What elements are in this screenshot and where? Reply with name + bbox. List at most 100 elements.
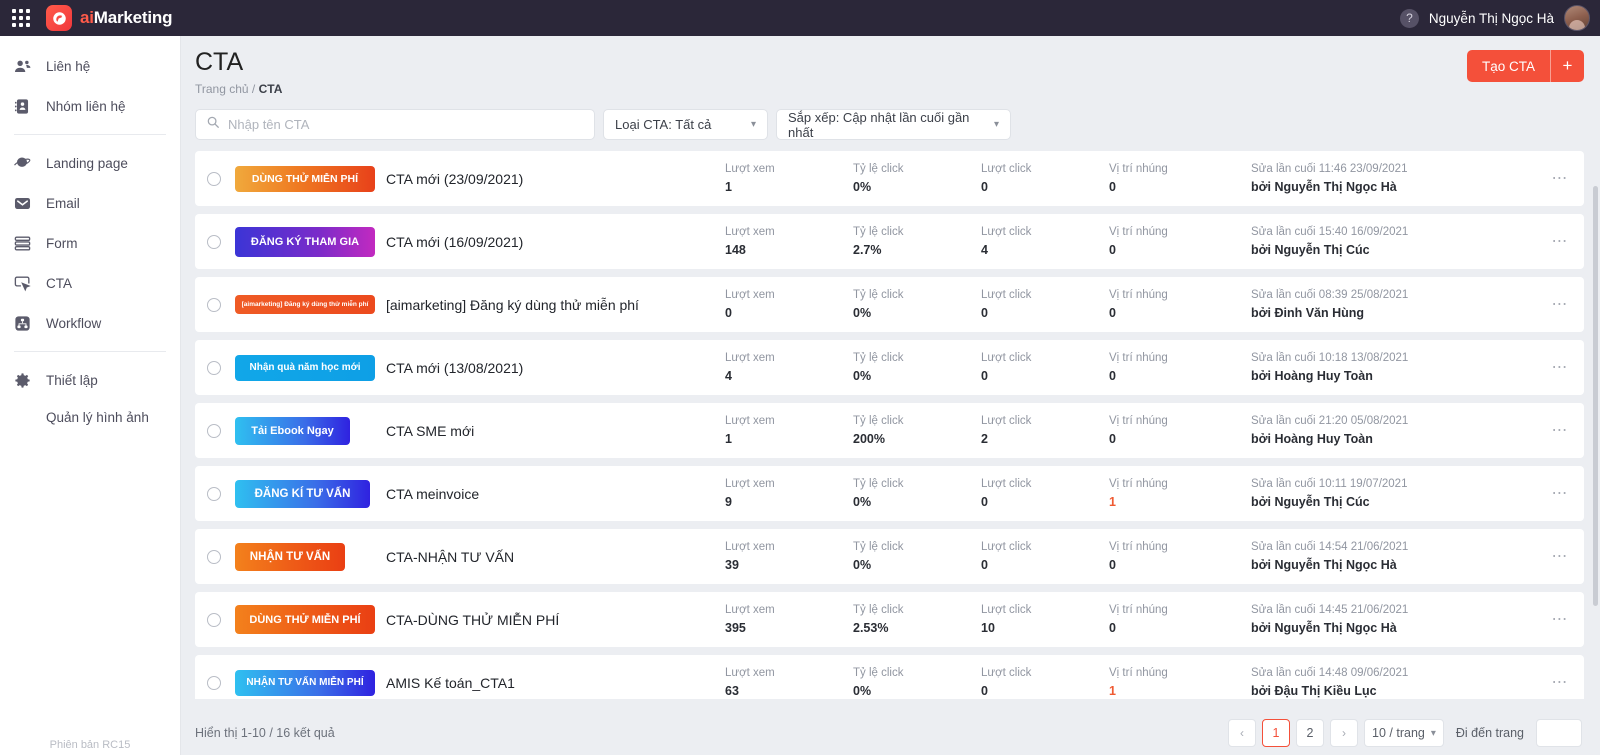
metric-embeds-label: Vị trí nhúng	[1109, 352, 1168, 364]
sidebar-item-label: Nhóm liên hệ	[46, 98, 126, 114]
metric-clicks-value: 0	[981, 495, 988, 509]
metric-clicks: Lượt click 0	[981, 352, 1109, 383]
metric-clicks: Lượt click 4	[981, 226, 1109, 257]
per-page-select[interactable]: 10 / trang ▾	[1364, 719, 1444, 747]
cta-name[interactable]: [aimarketing] Đăng ký dùng thử miễn phí	[380, 297, 725, 313]
sidebar-item-lien-he[interactable]: Liên hệ	[0, 46, 180, 86]
table-row[interactable]: DÙNG THỬ MIỄN PHÍ CTA mới (23/09/2021) L…	[195, 151, 1584, 206]
table-row[interactable]: NHẬN TƯ VẤN CTA-NHẬN TƯ VẤN Lượt xem 39 T…	[195, 529, 1584, 584]
cta-badge[interactable]: Nhận quà năm học mới	[235, 354, 375, 381]
row-more-actions-icon[interactable]: ⋯	[1546, 233, 1574, 249]
table-row[interactable]: Nhận quà năm học mới CTA mới (13/08/2021…	[195, 340, 1584, 395]
sidebar-item-email[interactable]: Email	[0, 183, 180, 223]
row-select-radio[interactable]	[207, 297, 221, 312]
logo-text-ai: ai	[80, 8, 94, 27]
list-scrollbar[interactable]	[1593, 186, 1598, 606]
cta-badge-cell: [aimarketing] Đăng ký dùng thử miễn phí	[235, 295, 380, 314]
create-cta-button[interactable]: Tạo CTA +	[1466, 50, 1584, 82]
sidebar-item-thiet-lap[interactable]: Thiết lập	[0, 360, 180, 400]
table-row[interactable]: NHẬN TƯ VẤN MIỄN PHÍ AMIS Kế toán_CTA1 L…	[195, 655, 1584, 699]
row-more-actions-icon[interactable]: ⋯	[1546, 170, 1574, 186]
metric-clicks-value: 4	[981, 243, 988, 257]
cta-badge[interactable]: DÙNG THỬ MIỄN PHÍ	[235, 605, 375, 634]
sidebar-item-cta[interactable]: CTA	[0, 263, 180, 303]
metric-ctr: Tỷ lệ click 200%	[853, 415, 981, 446]
row-more-actions-icon[interactable]: ⋯	[1546, 485, 1574, 501]
prev-page-button[interactable]: ‹	[1228, 719, 1257, 747]
sidebar-item-nhom-lien-he[interactable]: Nhóm liên hệ	[0, 86, 180, 126]
help-icon[interactable]: ?	[1399, 8, 1419, 28]
cta-badge[interactable]: NHẬN TƯ VẤN MIỄN PHÍ	[235, 669, 375, 696]
metric-ctr: Tỷ lệ click 0%	[853, 541, 981, 572]
row-select-radio[interactable]	[207, 423, 221, 438]
sidebar-item-workflow[interactable]: Workflow	[0, 303, 180, 343]
page-button-1[interactable]: 1	[1262, 719, 1291, 747]
cta-type-select[interactable]: Loại CTA: Tất cả ▾	[603, 109, 768, 140]
metric-embeds-label: Vị trí nhúng	[1109, 541, 1168, 553]
next-page-button[interactable]: ›	[1330, 719, 1359, 747]
cta-badge[interactable]: Tải Ebook Ngay	[235, 416, 350, 445]
breadcrumb-current: CTA	[258, 82, 283, 96]
sidebar-item-form[interactable]: Form	[0, 223, 180, 263]
goto-page-input[interactable]	[1536, 719, 1582, 747]
metric-clicks-value: 2	[981, 432, 988, 446]
avatar[interactable]	[1564, 5, 1590, 31]
cta-name[interactable]: CTA-NHẬN TƯ VẤN	[380, 549, 725, 565]
page-button-2[interactable]: 2	[1296, 719, 1325, 747]
row-more-actions-icon[interactable]: ⋯	[1546, 674, 1574, 690]
table-row[interactable]: [aimarketing] Đăng ký dùng thử miễn phí …	[195, 277, 1584, 332]
cta-badge[interactable]: ĐĂNG KÝ THAM GIA	[235, 226, 375, 257]
row-select-radio[interactable]	[207, 612, 221, 627]
metric-clicks: Lượt click 0	[981, 667, 1109, 698]
cta-name[interactable]: CTA-DÙNG THỬ MIỄN PHÍ	[380, 612, 725, 628]
user-name[interactable]: Nguyễn Thị Ngọc Hà	[1429, 11, 1554, 26]
row-select-radio[interactable]	[207, 234, 221, 249]
brand-logo[interactable]: aiMarketing	[46, 5, 172, 31]
table-row[interactable]: ĐĂNG KÝ THAM GIA CTA mới (16/09/2021) Lư…	[195, 214, 1584, 269]
search-input[interactable]	[228, 117, 584, 132]
plus-icon[interactable]: +	[1550, 50, 1584, 82]
metric-views: Lượt xem 395	[725, 604, 853, 635]
last-edited-author: bởi Hoàng Huy Toàn	[1251, 432, 1373, 446]
last-edited-time: Sửa lần cuối 10:11 19/07/2021	[1251, 478, 1408, 490]
breadcrumb-home[interactable]: Trang chủ	[195, 82, 249, 96]
metric-views-label: Lượt xem	[725, 604, 775, 616]
cta-name[interactable]: CTA mới (13/08/2021)	[380, 360, 725, 376]
result-count: Hiển thị 1-10 / 16 kết quả	[195, 726, 335, 740]
cta-badge[interactable]: ĐĂNG KÍ TƯ VẤN	[235, 479, 370, 508]
sort-select[interactable]: Sắp xếp: Cập nhật lần cuối gần nhất ▾	[776, 109, 1011, 140]
cta-name[interactable]: AMIS Kế toán_CTA1	[380, 675, 725, 691]
row-more-actions-icon[interactable]: ⋯	[1546, 548, 1574, 564]
metric-ctr-label: Tỷ lệ click	[853, 163, 904, 175]
row-more-actions-icon[interactable]: ⋯	[1546, 611, 1574, 627]
row-select-radio[interactable]	[207, 360, 221, 375]
sidebar-item-landing-page[interactable]: Landing page	[0, 143, 180, 183]
table-row[interactable]: DÙNG THỬ MIỄN PHÍ CTA-DÙNG THỬ MIỄN PHÍ …	[195, 592, 1584, 647]
cta-badge[interactable]: NHẬN TƯ VẤN	[235, 542, 345, 571]
table-row[interactable]: ĐĂNG KÍ TƯ VẤN CTA meinvoice Lượt xem 9 T…	[195, 466, 1584, 521]
cta-name[interactable]: CTA meinvoice	[380, 486, 725, 502]
cta-name[interactable]: CTA mới (16/09/2021)	[380, 234, 725, 250]
metric-views-value: 148	[725, 243, 746, 257]
cta-name[interactable]: CTA SME mới	[380, 423, 725, 439]
apps-grid-icon[interactable]	[12, 9, 30, 27]
cta-badge-cell: ĐĂNG KÝ THAM GIA	[235, 226, 380, 257]
cta-badge[interactable]: [aimarketing] Đăng ký dùng thử miễn phí	[235, 295, 375, 314]
cta-name[interactable]: CTA mới (23/09/2021)	[380, 171, 725, 187]
filter-bar: Loại CTA: Tất cả ▾ Sắp xếp: Cập nhật lần…	[195, 109, 1584, 140]
row-more-actions-icon[interactable]: ⋯	[1546, 422, 1574, 438]
metric-ctr-value: 2.53%	[853, 621, 889, 635]
row-more-actions-icon[interactable]: ⋯	[1546, 296, 1574, 312]
row-select-radio[interactable]	[207, 171, 221, 186]
sidebar-subitem-quan-ly-hinh-anh[interactable]: Quản lý hình ảnh	[0, 400, 180, 434]
metric-embeds-label: Vị trí nhúng	[1109, 667, 1168, 679]
metric-embeds: Vị trí nhúng 0	[1109, 163, 1251, 194]
search-box[interactable]	[195, 109, 595, 140]
row-select-radio[interactable]	[207, 549, 221, 564]
cta-badge[interactable]: DÙNG THỬ MIỄN PHÍ	[235, 165, 375, 192]
table-row[interactable]: Tải Ebook Ngay CTA SME mới Lượt xem 1 Tỷ …	[195, 403, 1584, 458]
metric-embeds-label: Vị trí nhúng	[1109, 163, 1168, 175]
row-select-radio[interactable]	[207, 486, 221, 501]
row-select-radio[interactable]	[207, 675, 221, 690]
row-more-actions-icon[interactable]: ⋯	[1546, 359, 1574, 375]
